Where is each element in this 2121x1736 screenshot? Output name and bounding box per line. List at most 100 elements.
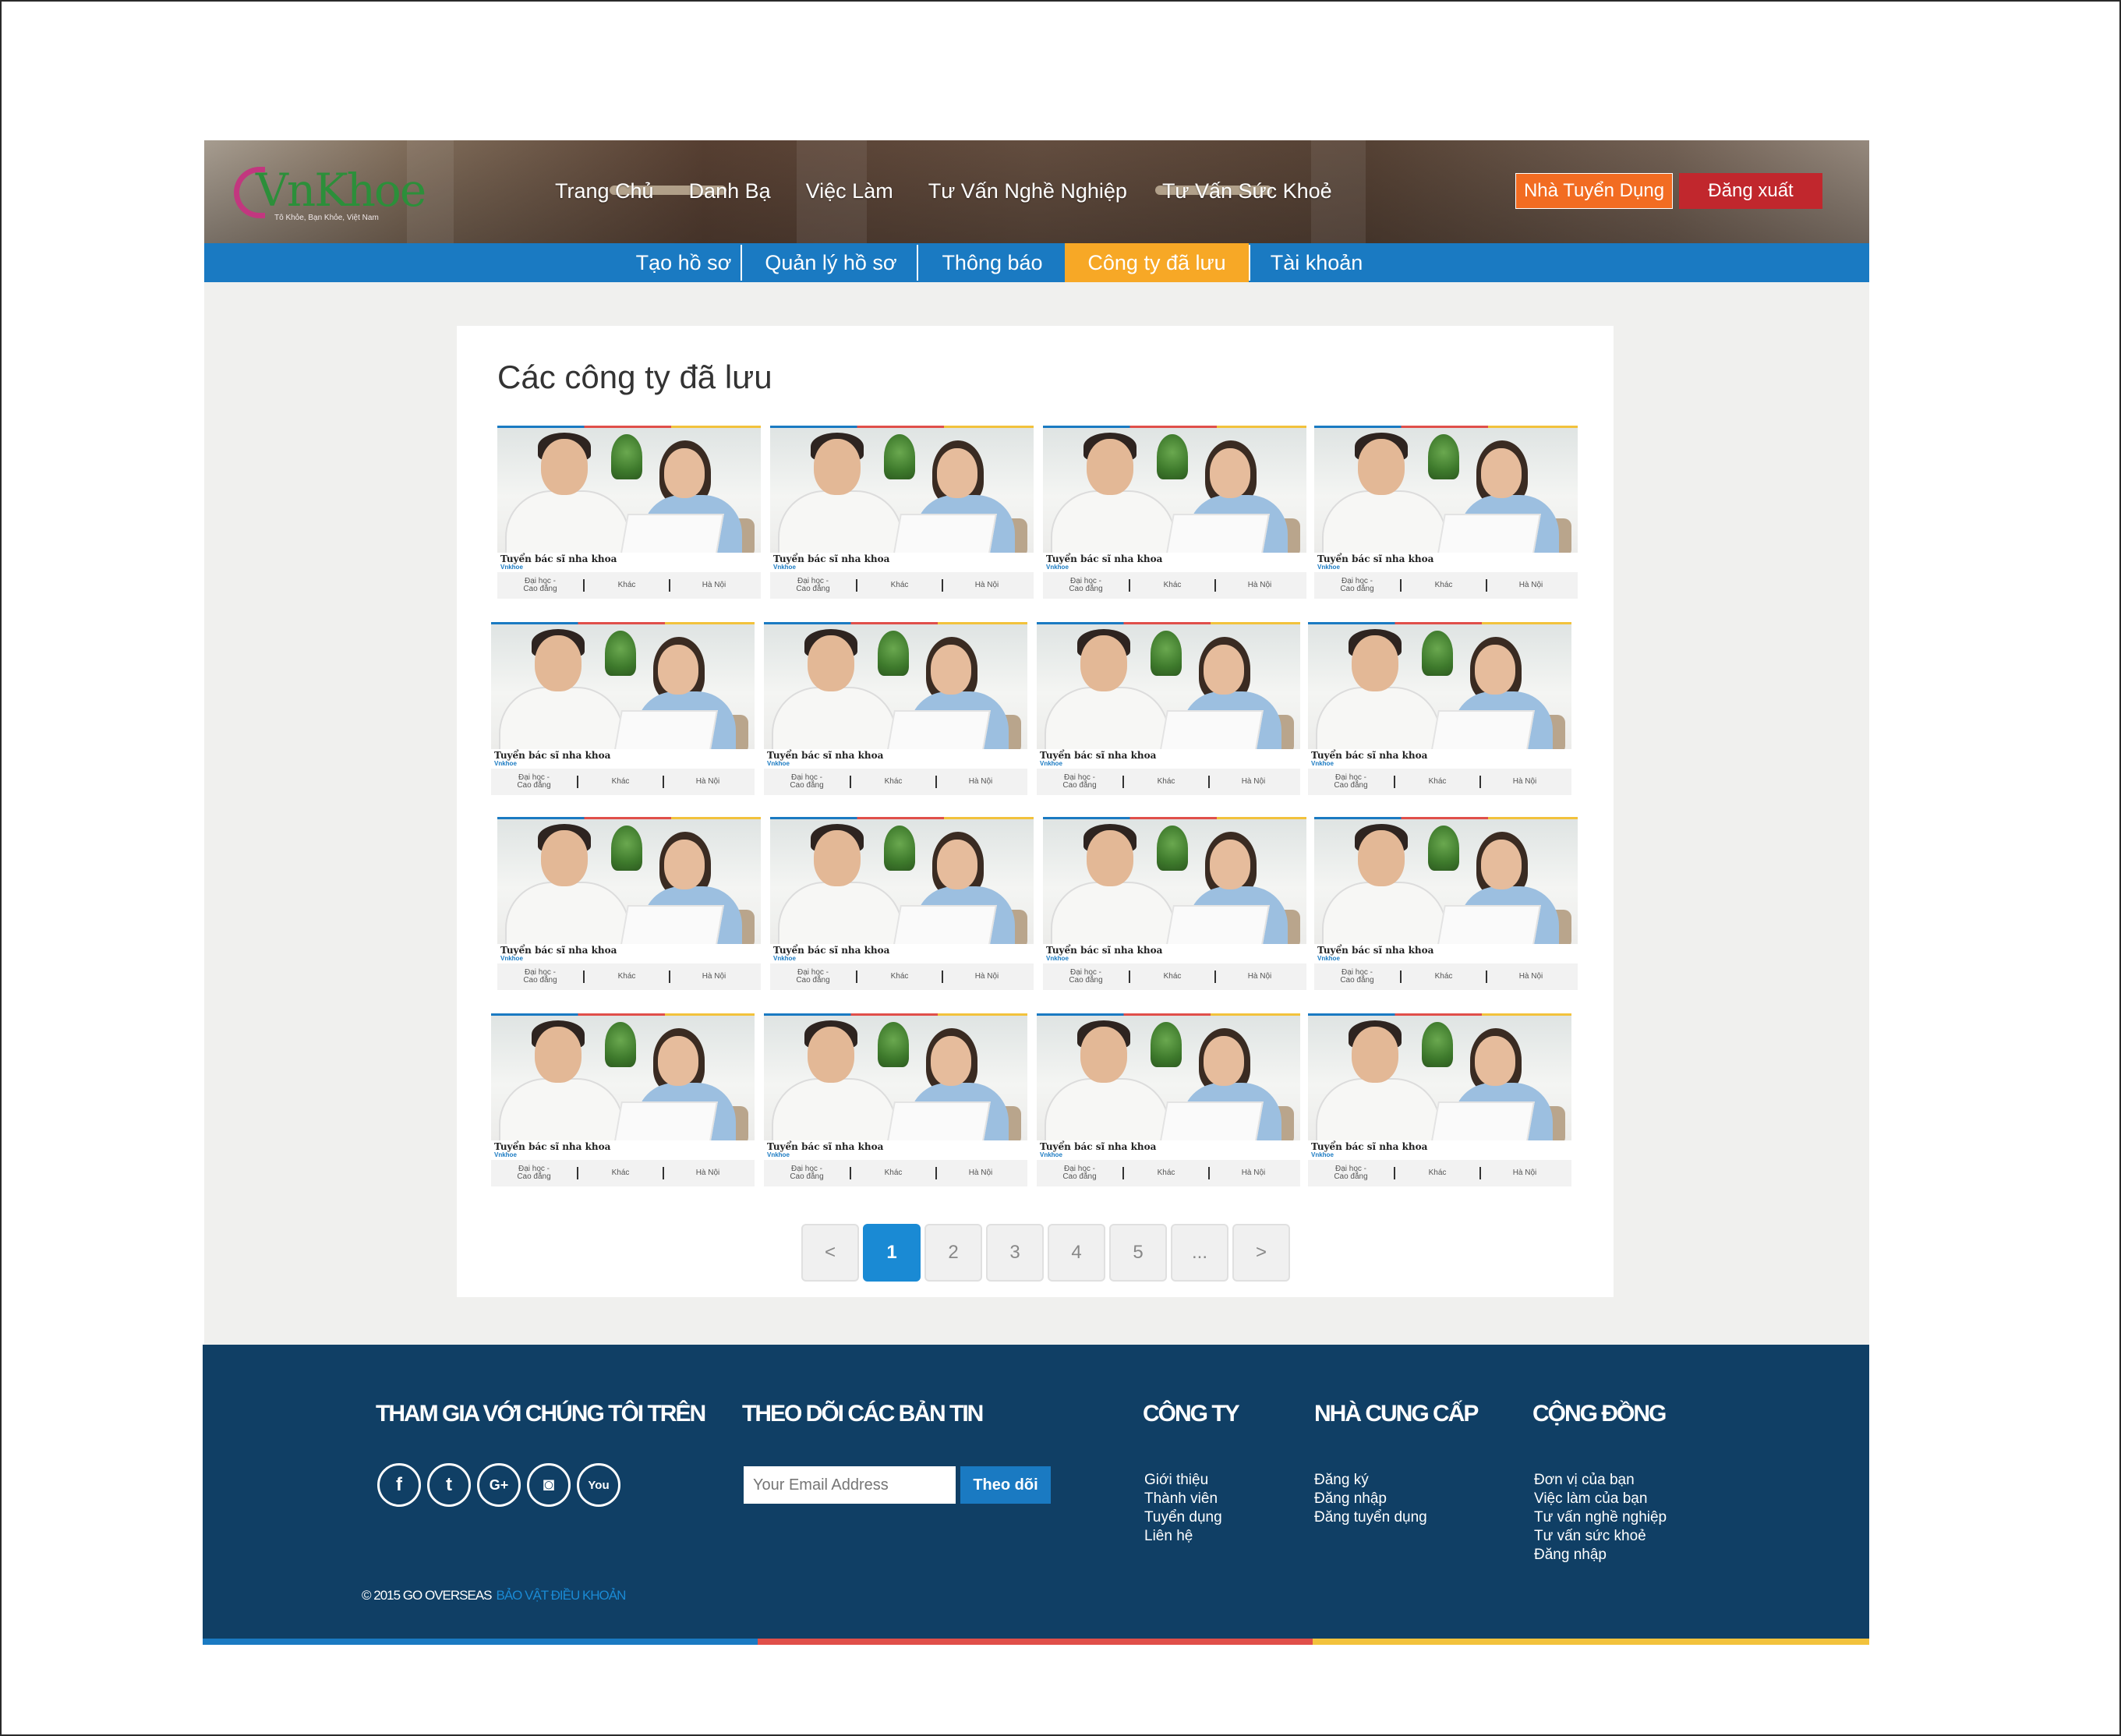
job-title[interactable]: Tuyển bác sĩ nha khoa bbox=[1040, 750, 1156, 761]
company-card[interactable]: Tuyển bác sĩ nha khoa Vnkhoe Đại học - Cao… bbox=[497, 817, 761, 993]
pagination-page-5[interactable]: 5 bbox=[1109, 1224, 1167, 1282]
photo-laptop bbox=[893, 514, 997, 553]
job-title[interactable]: Tuyển bác sĩ nha khoa bbox=[1317, 945, 1433, 956]
company-card[interactable]: Tuyển bác sĩ nha khoa Vnkhoe Đại học - Cao… bbox=[764, 622, 1027, 798]
job-title[interactable]: Tuyển bác sĩ nha khoa bbox=[1046, 945, 1162, 956]
photo-plant bbox=[1422, 1022, 1453, 1067]
youtube-icon[interactable]: You bbox=[577, 1463, 620, 1507]
job-title[interactable]: Tuyển bác sĩ nha khoa bbox=[494, 1141, 610, 1152]
pagination-page-1[interactable]: 1 bbox=[863, 1224, 921, 1282]
employer-button[interactable]: Nhà Tuyển Dụng bbox=[1515, 173, 1673, 209]
footer-link-health-advice[interactable]: Tư vấn sức khoẻ bbox=[1534, 1527, 1667, 1546]
footer-link-members[interactable]: Thành viên bbox=[1144, 1490, 1222, 1508]
subnav-item-notifications[interactable]: Thông báo bbox=[918, 243, 1066, 282]
job-meta: Đại học - Cao đẳng Khác Hà Nội bbox=[1043, 572, 1306, 599]
company-card[interactable]: Tuyển bác sĩ nha khoa Vnkhoe Đại học - Cao… bbox=[1043, 426, 1306, 602]
footer-color-bar bbox=[203, 1639, 1869, 1645]
facebook-icon[interactable]: f bbox=[377, 1463, 421, 1507]
company-card[interactable]: Tuyển bác sĩ nha khoa Vnkhoe Đại học - Cao… bbox=[1037, 622, 1300, 798]
job-title[interactable]: Tuyển bác sĩ nha khoa bbox=[1046, 553, 1162, 564]
company-card[interactable]: Tuyển bác sĩ nha khoa Vnkhoe Đại học - Cao… bbox=[1043, 817, 1306, 993]
pagination-page-4[interactable]: 4 bbox=[1048, 1224, 1105, 1282]
nav-item-directory[interactable]: Danh Bạ bbox=[689, 179, 771, 203]
job-meta: Đại học - Cao đẳng Khác Hà Nội bbox=[491, 769, 755, 795]
job-title[interactable]: Tuyển bác sĩ nha khoa bbox=[1040, 1141, 1156, 1152]
photo-person bbox=[1352, 1027, 1398, 1083]
photo-laptop bbox=[1159, 710, 1264, 749]
copyright: © 2015 GO OVERSEAS BẢO VẬT ĐIỀU KHOẢN bbox=[362, 1588, 627, 1603]
job-title[interactable]: Tuyển bác sĩ nha khoa bbox=[500, 553, 617, 564]
job-meta: Đại học - Cao đẳng Khác Hà Nội bbox=[1314, 963, 1578, 990]
job-education: Đại học - Cao đẳng bbox=[1062, 773, 1097, 790]
company-card[interactable]: Tuyển bác sĩ nha khoa Vnkhoe Đại học - Cao… bbox=[1037, 1013, 1300, 1190]
pagination-page-2[interactable]: 2 bbox=[924, 1224, 982, 1282]
job-title[interactable]: Tuyển bác sĩ nha khoa bbox=[1311, 750, 1427, 761]
footer-link-community-login[interactable]: Đăng nhập bbox=[1534, 1546, 1667, 1565]
company-card[interactable]: Tuyển bác sĩ nha khoa Vnkhoe Đại học - Cao… bbox=[764, 1013, 1027, 1190]
site-header: VnKhoe Tô Khỏe, Bạn Khỏe, Việt Nam Trang… bbox=[204, 140, 1869, 243]
company-card[interactable]: Tuyển bác sĩ nha khoa Vnkhoe Đại học - Cao… bbox=[770, 817, 1034, 993]
job-title[interactable]: Tuyển bác sĩ nha khoa bbox=[767, 750, 883, 761]
nav-item-career-advice[interactable]: Tư Vấn Nghề Nghiệp bbox=[928, 179, 1127, 203]
pagination-prev-button[interactable]: < bbox=[801, 1224, 859, 1282]
pagination-ellipsis[interactable]: ... bbox=[1171, 1224, 1228, 1282]
photo-plant bbox=[1157, 826, 1188, 871]
company-name: Vnkhoe bbox=[1046, 955, 1069, 962]
footer-link-register[interactable]: Đăng ký bbox=[1314, 1471, 1427, 1490]
pagination-page-3[interactable]: 3 bbox=[986, 1224, 1044, 1282]
job-title[interactable]: Tuyển bác sĩ nha khoa bbox=[494, 750, 610, 761]
subscribe-button[interactable]: Theo dõi bbox=[960, 1466, 1051, 1504]
company-card[interactable]: Tuyển bác sĩ nha khoa Vnkhoe Đại học - Cao… bbox=[770, 426, 1034, 602]
nav-item-home[interactable]: Trang Chủ bbox=[555, 179, 654, 203]
instagram-icon[interactable]: ◙ bbox=[527, 1463, 571, 1507]
photo-plant bbox=[611, 826, 642, 871]
company-card[interactable]: Tuyển bác sĩ nha khoa Vnkhoe Đại học - Cao… bbox=[1308, 1013, 1571, 1190]
footer-link-your-jobs[interactable]: Việc làm của bạn bbox=[1534, 1490, 1667, 1508]
job-title[interactable]: Tuyển bác sĩ nha khoa bbox=[500, 945, 617, 956]
company-card[interactable]: Tuyển bác sĩ nha khoa Vnkhoe Đại học - Cao… bbox=[491, 622, 755, 798]
footer-link-contact[interactable]: Liên hệ bbox=[1144, 1527, 1222, 1546]
company-photo bbox=[1314, 819, 1578, 944]
newsletter-email-input[interactable] bbox=[744, 1466, 956, 1504]
footer-link-about[interactable]: Giới thiệu bbox=[1144, 1471, 1222, 1490]
job-location: Hà Nội bbox=[1512, 1169, 1537, 1177]
footer-link-your-unit[interactable]: Đơn vị của bạn bbox=[1534, 1471, 1667, 1490]
company-photo bbox=[1037, 1016, 1300, 1140]
company-card[interactable]: Tuyển bác sĩ nha khoa Vnkhoe Đại học - Cao… bbox=[1308, 622, 1571, 798]
company-name: Vnkhoe bbox=[773, 564, 796, 571]
page-title: Các công ty đã lưu bbox=[497, 359, 772, 395]
company-name: Vnkhoe bbox=[500, 955, 523, 962]
company-card[interactable]: Tuyển bác sĩ nha khoa Vnkhoe Đại học - Cao… bbox=[491, 1013, 755, 1190]
company-card[interactable]: Tuyển bác sĩ nha khoa Vnkhoe Đại học - Cao… bbox=[1314, 426, 1578, 602]
job-title[interactable]: Tuyển bác sĩ nha khoa bbox=[767, 1141, 883, 1152]
job-title[interactable]: Tuyển bác sĩ nha khoa bbox=[773, 553, 889, 564]
job-location: Hà Nội bbox=[1247, 972, 1272, 981]
pagination-next-button[interactable]: > bbox=[1232, 1224, 1290, 1282]
footer-link-recruitment[interactable]: Tuyển dụng bbox=[1144, 1508, 1222, 1527]
logout-button[interactable]: Đăng xuất bbox=[1679, 173, 1822, 209]
footer-link-login[interactable]: Đăng nhập bbox=[1314, 1490, 1427, 1508]
footer-link-post-job[interactable]: Đăng tuyển dụng bbox=[1314, 1508, 1427, 1527]
job-title[interactable]: Tuyển bác sĩ nha khoa bbox=[773, 945, 889, 956]
company-card[interactable]: Tuyển bác sĩ nha khoa Vnkhoe Đại học - Cao… bbox=[497, 426, 761, 602]
photo-person bbox=[778, 490, 903, 553]
nav-item-health-advice[interactable]: Tư Vấn Sức Khoẻ bbox=[1162, 179, 1332, 203]
footer-link-career-advice[interactable]: Tư vấn nghề nghiệp bbox=[1534, 1508, 1667, 1527]
job-meta: Đại học - Cao đẳng Khác Hà Nội bbox=[770, 963, 1034, 990]
company-card[interactable]: Tuyển bác sĩ nha khoa Vnkhoe Đại học - Cao… bbox=[1314, 817, 1578, 993]
google-plus-icon[interactable]: G+ bbox=[477, 1463, 521, 1507]
subnav-item-create-profile[interactable]: Tạo hồ sơ bbox=[621, 243, 746, 282]
subnav-item-manage-profile[interactable]: Quản lý hồ sơ bbox=[742, 243, 920, 282]
job-category: Khác bbox=[850, 776, 937, 788]
photo-person bbox=[1045, 1078, 1169, 1140]
job-title[interactable]: Tuyển bác sĩ nha khoa bbox=[1311, 1141, 1427, 1152]
subnav-item-saved-companies[interactable]: Công ty đã lưu bbox=[1065, 243, 1249, 282]
job-title[interactable]: Tuyển bác sĩ nha khoa bbox=[1317, 553, 1433, 564]
terms-link[interactable]: BẢO VẬT ĐIỀU KHOẢN bbox=[497, 1588, 627, 1603]
nav-item-jobs[interactable]: Việc Làm bbox=[806, 179, 893, 203]
subnav-item-account[interactable]: Tài khoản bbox=[1250, 243, 1383, 282]
site-logo[interactable]: VnKhoe Tô Khỏe, Bạn Khỏe, Việt Nam bbox=[232, 151, 426, 237]
job-category: Khác bbox=[850, 1167, 937, 1179]
twitter-icon[interactable]: t bbox=[427, 1463, 471, 1507]
main-navigation: Trang Chủ Danh Bạ Việc Làm Tư Vấn Nghề N… bbox=[555, 179, 1367, 203]
